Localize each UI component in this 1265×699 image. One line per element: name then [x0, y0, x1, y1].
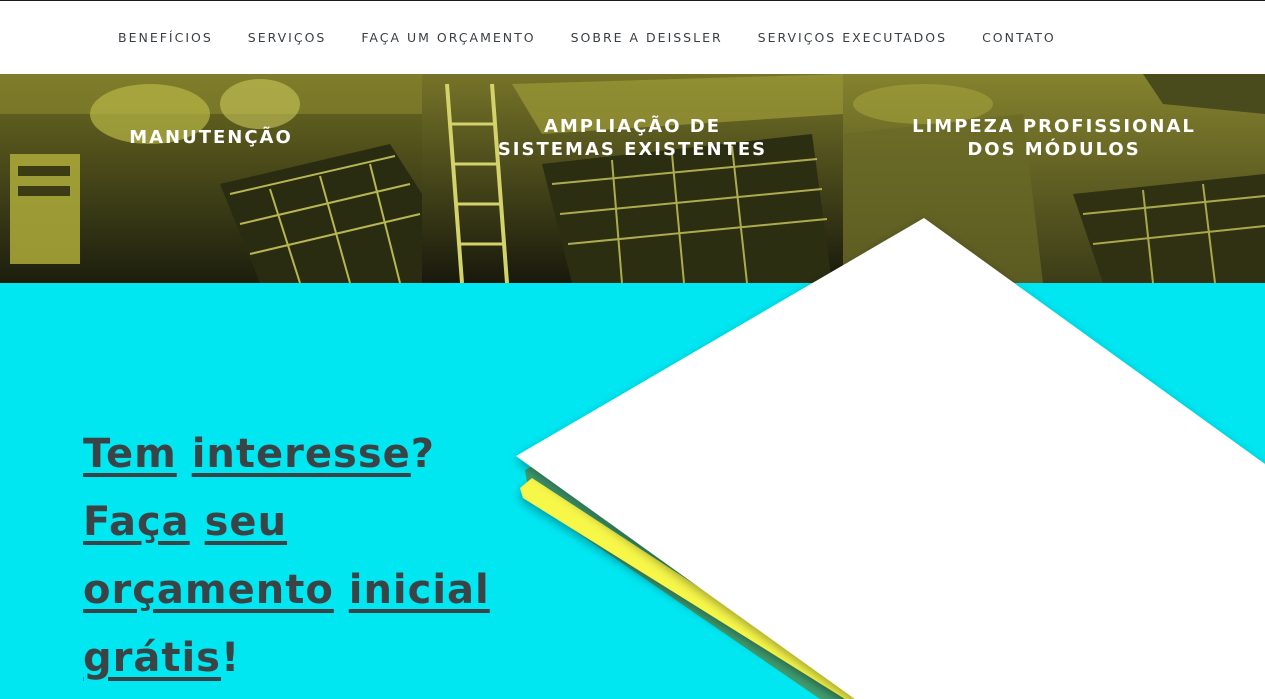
nav-link-orcamento[interactable]: FAÇA UM ORÇAMENTO: [361, 30, 535, 45]
nav-link-contato[interactable]: CONTATO: [982, 30, 1056, 45]
nav-link-servicos[interactable]: SERVIÇOS: [248, 30, 327, 45]
headline-line-1: Tem interesse?: [83, 431, 435, 477]
quote-headline[interactable]: Tem interesse? Faça seu orçamento inicia…: [83, 420, 503, 692]
nav-link-sobre[interactable]: SOBRE A DEISSLER: [571, 30, 723, 45]
nav-link-beneficios[interactable]: BENEFÍCIOS: [118, 30, 213, 45]
headline-line-2: Faça seu: [83, 499, 288, 545]
main-nav: BENEFÍCIOS SERVIÇOS FAÇA UM ORÇAMENTO SO…: [118, 30, 1091, 45]
nav-link-servicos-executados[interactable]: SERVIÇOS EXECUTADOS: [758, 30, 947, 45]
headline-line-3: orçamento inicial: [83, 567, 490, 613]
top-navbar: BENEFÍCIOS SERVIÇOS FAÇA UM ORÇAMENTO SO…: [0, 0, 1265, 74]
headline-line-4: grátis!: [83, 635, 241, 681]
